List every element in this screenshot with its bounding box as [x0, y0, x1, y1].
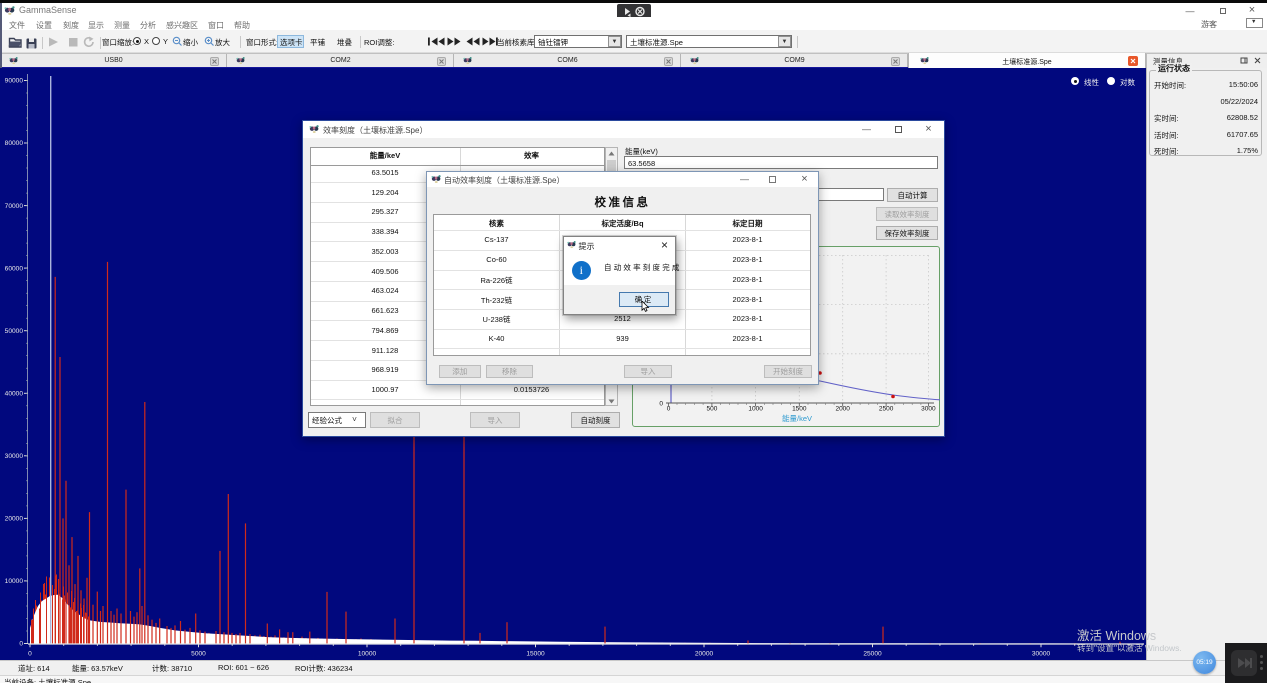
svg-text:1000: 1000 [748, 406, 763, 413]
svg-text:40000: 40000 [5, 391, 24, 398]
svg-text:500: 500 [706, 406, 717, 413]
svg-text:20000: 20000 [695, 651, 714, 658]
svg-text:0: 0 [667, 406, 671, 413]
svg-text:20000: 20000 [5, 516, 24, 523]
svg-text:30000: 30000 [5, 453, 24, 460]
svg-text:3000: 3000 [921, 406, 936, 413]
svg-text:2500: 2500 [879, 406, 894, 413]
svg-text:70000: 70000 [5, 203, 24, 210]
svg-text:1500: 1500 [792, 406, 807, 413]
svg-text:2000: 2000 [835, 406, 850, 413]
svg-text:5000: 5000 [191, 651, 206, 658]
svg-text:30000: 30000 [1032, 651, 1051, 658]
svg-text:0: 0 [28, 651, 32, 658]
svg-text:0: 0 [659, 401, 663, 408]
svg-text:10000: 10000 [5, 578, 24, 585]
svg-text:10000: 10000 [358, 651, 377, 658]
svg-text:80000: 80000 [5, 140, 24, 147]
svg-text:60000: 60000 [5, 265, 24, 272]
svg-text:能量/keV: 能量/keV [782, 413, 812, 423]
svg-text:50000: 50000 [5, 328, 24, 335]
svg-text:25000: 25000 [863, 651, 882, 658]
svg-text:90000: 90000 [5, 78, 24, 85]
svg-text:15000: 15000 [526, 651, 545, 658]
svg-text:0: 0 [19, 641, 23, 648]
